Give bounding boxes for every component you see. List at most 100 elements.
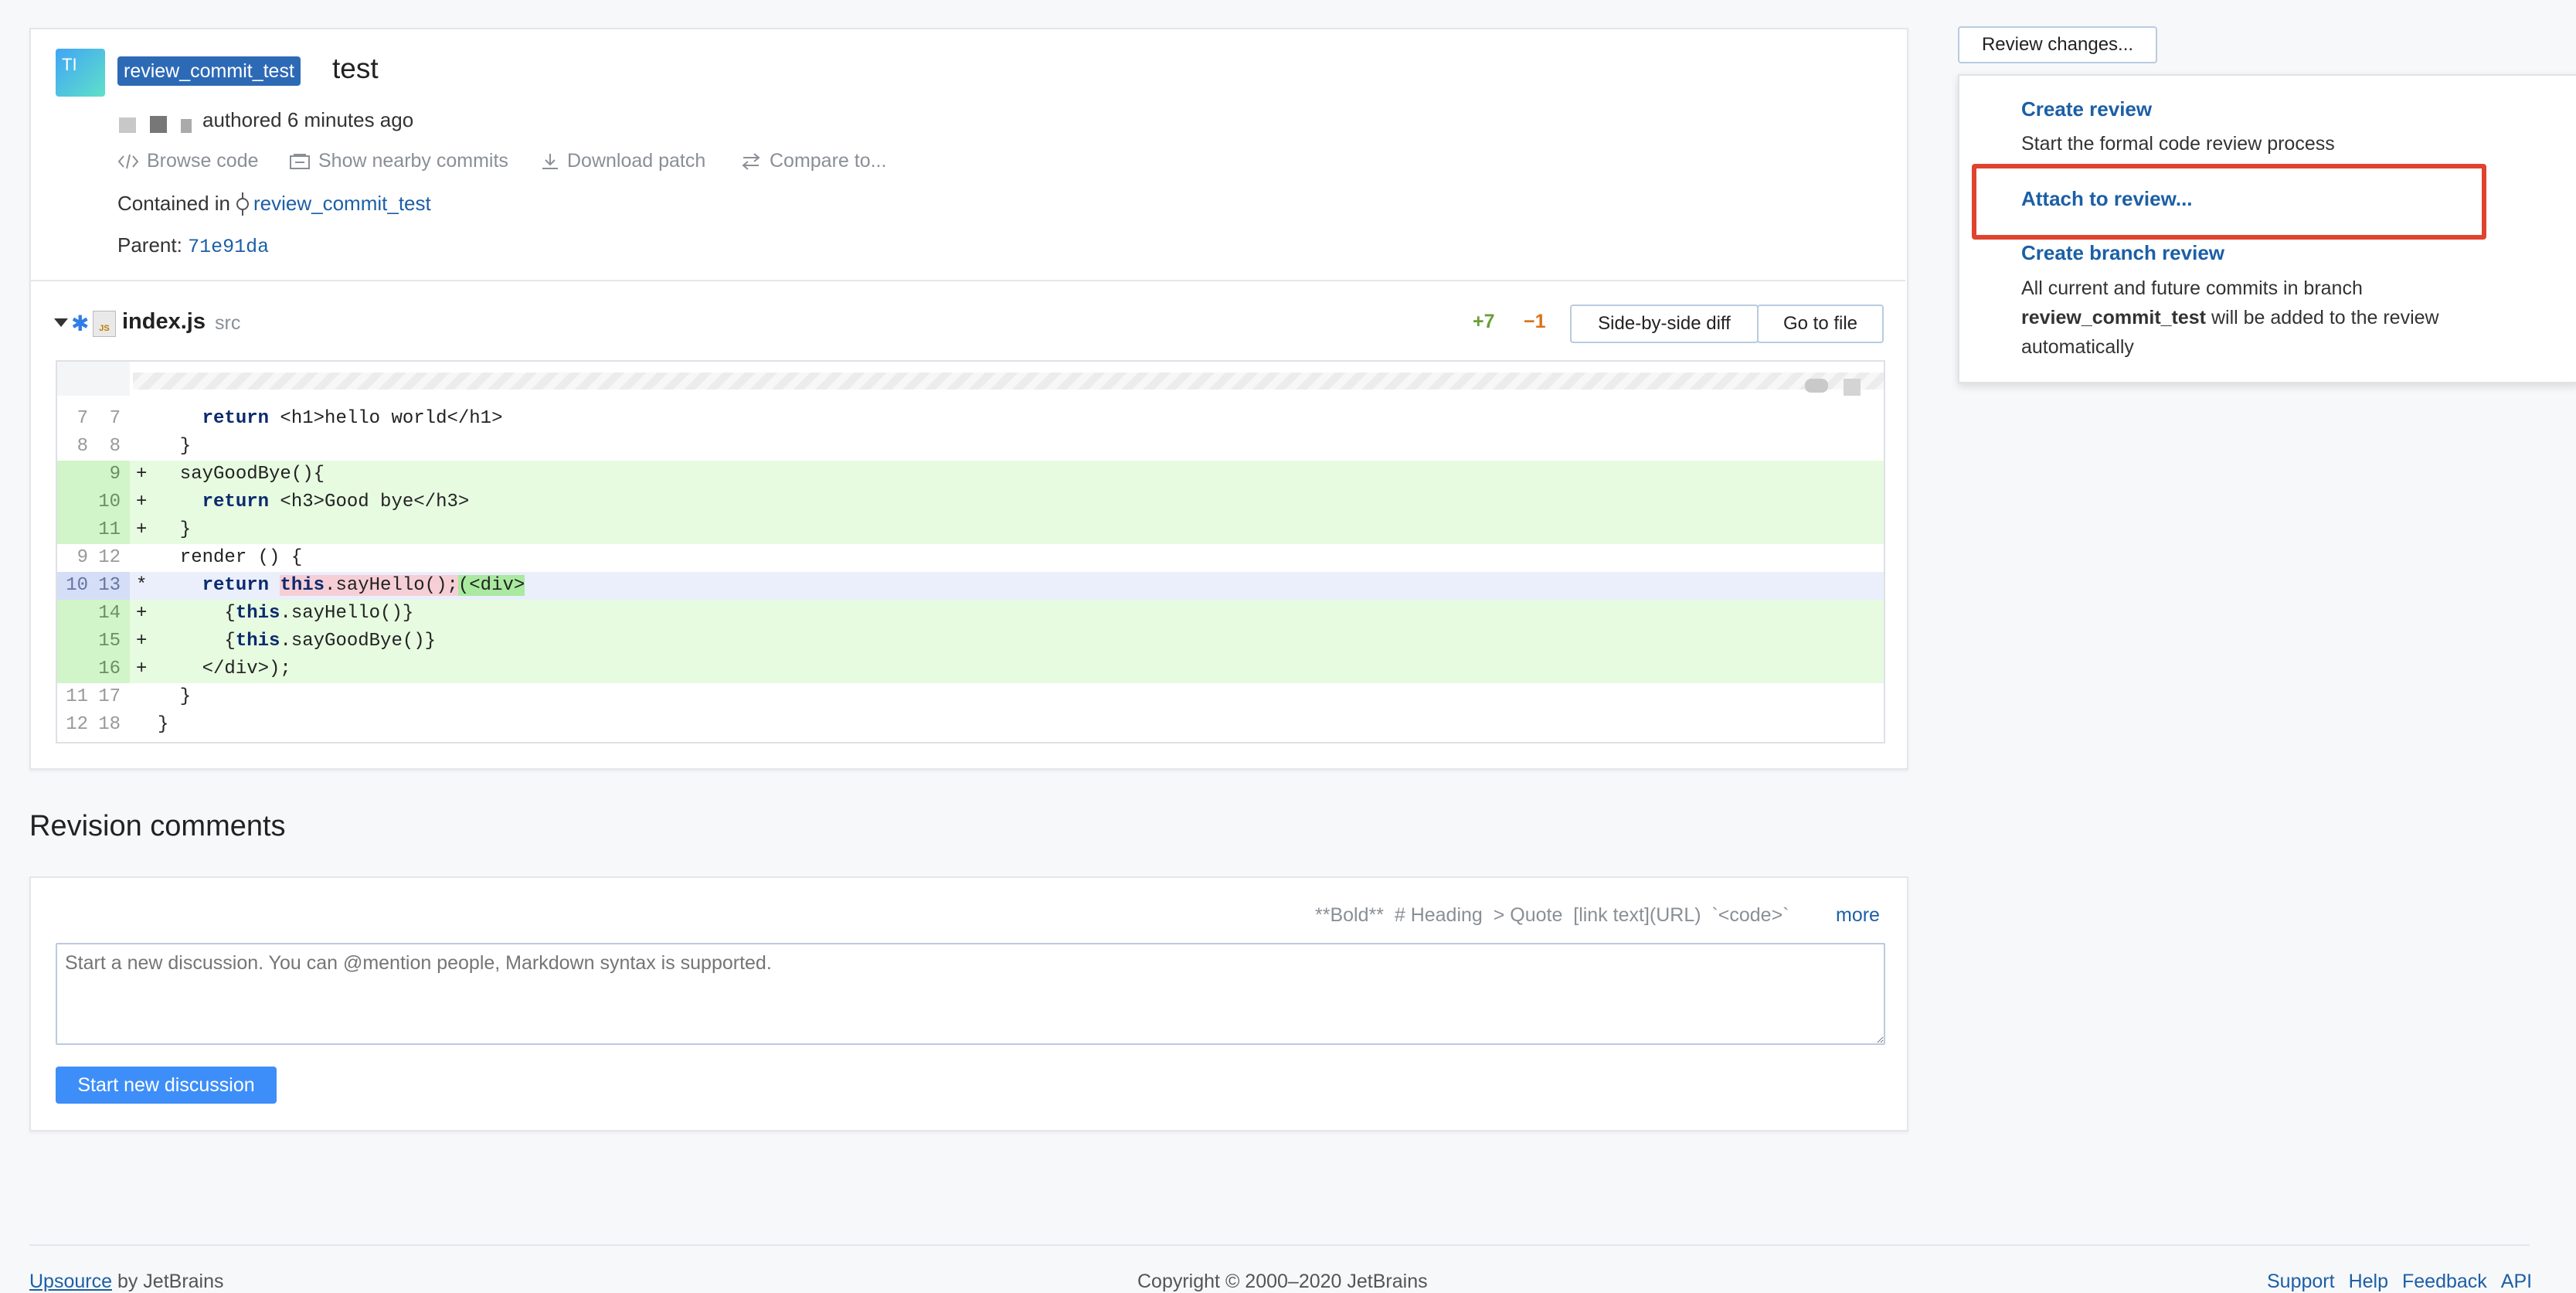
- file-name[interactable]: index.js: [122, 309, 206, 335]
- show-nearby-commits-link[interactable]: Show nearby commits: [289, 150, 508, 172]
- start-discussion-button[interactable]: Start new discussion: [56, 1067, 277, 1104]
- new-line-number: 18: [98, 714, 121, 735]
- commits-icon: [290, 153, 310, 169]
- line-numbers: 9 12: [57, 544, 130, 572]
- new-line-number: 17: [98, 686, 121, 707]
- side-by-side-button[interactable]: Side-by-side diff: [1570, 305, 1759, 343]
- code-text: </div>);: [158, 658, 291, 679]
- new-line-number: 14: [98, 603, 121, 624]
- file-dir: src: [215, 312, 241, 334]
- diff-line[interactable]: 14 + {this.sayHello()}: [57, 600, 1884, 628]
- api-link[interactable]: API: [2501, 1271, 2532, 1293]
- code-text: sayGoodBye(){: [158, 464, 325, 485]
- diff-line[interactable]: 12 18}: [57, 711, 1884, 739]
- diff-line[interactable]: 15 + {this.sayGoodBye()}: [57, 628, 1884, 655]
- comments-icon[interactable]: [1805, 379, 1828, 393]
- more-link[interactable]: more: [1836, 904, 1880, 927]
- markdown-hints: **Bold** # Heading > Quote [link text](U…: [1315, 904, 1789, 926]
- old-line-number: 12: [66, 714, 88, 735]
- upsource-link[interactable]: Upsource: [29, 1271, 112, 1292]
- branch-tag[interactable]: review_commit_test: [117, 56, 301, 86]
- revision-comments-heading: Revision comments: [29, 810, 286, 842]
- feedback-link[interactable]: Feedback: [2402, 1271, 2487, 1293]
- discussion-textarea[interactable]: [56, 943, 1885, 1045]
- expand-icon[interactable]: [1844, 379, 1861, 396]
- collapse-chevron-icon[interactable]: [54, 318, 68, 327]
- diff-line[interactable]: 11 17 }: [57, 683, 1884, 711]
- line-numbers: 11: [57, 516, 130, 544]
- additions-count: +7: [1473, 311, 1495, 332]
- code-text: return <h3>Good bye</h3>: [202, 492, 470, 512]
- help-link[interactable]: Help: [2349, 1271, 2388, 1293]
- change-sign: +: [136, 658, 148, 679]
- branch-desc-pre: All current and future commits in branch: [2021, 277, 2363, 299]
- diff-line[interactable]: 77 return <h1>hello world</h1>: [57, 405, 1884, 433]
- code-text: {this.sayHello()}: [158, 603, 414, 624]
- diff-line[interactable]: 9 12 render () {: [57, 544, 1884, 572]
- divider: [31, 280, 1905, 281]
- create-branch-review-item[interactable]: Create branch review: [2021, 241, 2224, 265]
- footer-left: Upsource by JetBrains: [29, 1271, 224, 1293]
- code-text: }: [158, 714, 169, 735]
- code-text: }: [158, 436, 192, 457]
- compare-to-link[interactable]: Compare to...: [740, 150, 886, 172]
- create-review-desc: Start the formal code review process: [2021, 133, 2335, 155]
- line-numbers: 11 17: [57, 683, 130, 711]
- branch-desc-bold: review_commit_test: [2021, 307, 2207, 328]
- collapsed-lines-separator[interactable]: [133, 373, 1884, 390]
- line-numbers: 9: [57, 461, 130, 488]
- diff-line[interactable]: 11 + }: [57, 516, 1884, 544]
- code-icon: [117, 154, 139, 168]
- go-to-file-button[interactable]: Go to file: [1757, 305, 1884, 343]
- code-text: return this.sayHello();(<div>: [202, 575, 525, 596]
- change-sign: +: [136, 492, 148, 512]
- old-line-number: 9: [76, 547, 88, 568]
- contained-branch-link[interactable]: review_commit_test: [253, 192, 431, 216]
- deletions-count: −1: [1524, 311, 1546, 332]
- attach-to-review-item[interactable]: Attach to review...: [2021, 187, 2193, 211]
- diff-line[interactable]: 16 + </div>);: [57, 655, 1884, 683]
- old-line-number: 7: [76, 408, 88, 429]
- parent-line: Parent: 71e91da: [117, 233, 269, 258]
- code-text: }: [158, 519, 192, 540]
- avatar-initials: TI: [62, 55, 77, 74]
- code-text: }: [158, 686, 192, 707]
- line-numbers: 88: [57, 433, 130, 461]
- author-avatars: [119, 113, 199, 133]
- line-numbers: 15: [57, 628, 130, 655]
- create-review-item[interactable]: Create review: [2021, 97, 2152, 121]
- modified-star-icon: ✱: [71, 311, 90, 335]
- compare-to-label: Compare to...: [770, 150, 887, 172]
- code-text: return <h1>hello world</h1>: [202, 408, 503, 429]
- show-nearby-commits-label: Show nearby commits: [318, 150, 508, 172]
- js-file-icon: JS: [93, 311, 116, 337]
- diff-lines: 77 return <h1>hello world</h1> 8 8 } 9 + say…: [57, 405, 1884, 739]
- support-link[interactable]: Support: [2267, 1271, 2335, 1293]
- line-numbers: 10: [57, 488, 130, 516]
- review-menu: Create review Start the formal code revi…: [1958, 74, 2576, 383]
- parent-hash-link[interactable]: 71e91da: [188, 236, 269, 258]
- authored-text: authored 6 minutes ago: [202, 108, 414, 131]
- diff-line[interactable]: 10 + return <h3>Good bye</h3>: [57, 488, 1884, 516]
- branch-icon: [236, 192, 249, 216]
- parent-label: Parent:: [117, 233, 182, 257]
- line-numbers: 12 18: [57, 711, 130, 739]
- new-line-number: 12: [98, 547, 121, 568]
- download-patch-link[interactable]: Download patch: [541, 150, 705, 172]
- diff-view: 77 return <h1>hello world</h1> 8 8 } 9 + say…: [56, 360, 1885, 743]
- diff-gutter-header: [57, 362, 130, 396]
- new-line-number: 10: [98, 492, 121, 512]
- footer-by: by JetBrains: [117, 1271, 224, 1292]
- footer-links: Support Help Feedback API: [2267, 1271, 2532, 1293]
- new-line-number: 15: [98, 631, 121, 652]
- review-changes-button[interactable]: Review changes...: [1958, 26, 2157, 63]
- diff-line[interactable]: 9 + sayGoodBye(){: [57, 461, 1884, 488]
- new-line-number: 7: [109, 408, 121, 429]
- code-text: {this.sayGoodBye()}: [158, 631, 437, 652]
- browse-code-link[interactable]: Browse code: [117, 150, 259, 172]
- create-branch-review-desc: All current and future commits in branch…: [2021, 274, 2516, 362]
- diff-line[interactable]: 88 }: [57, 433, 1884, 461]
- new-line-number: 13: [98, 575, 121, 596]
- diff-line[interactable]: 10 13 * return this.sayHello();(<div>: [57, 572, 1884, 600]
- contained-in-label: Contained in: [117, 192, 230, 215]
